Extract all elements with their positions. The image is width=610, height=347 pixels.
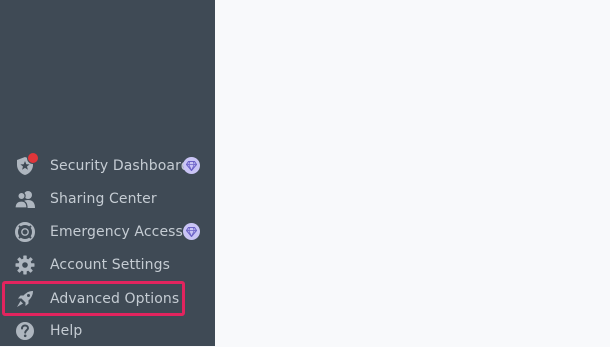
sidebar-item-sharing-center[interactable]: Sharing Center	[0, 182, 215, 215]
shield-icon	[14, 151, 39, 177]
notification-dot	[27, 151, 39, 164]
sidebar-item-security-dashboard[interactable]: Security Dashboard	[0, 149, 215, 182]
sidebar-item-label: Help	[50, 322, 83, 339]
main-content	[215, 0, 610, 346]
rocket-icon	[14, 288, 36, 310]
sidebar-item-label: Account Settings	[50, 256, 170, 273]
sidebar-item-label: Sharing Center	[50, 190, 157, 207]
sidebar-item-label: Advanced Options	[50, 290, 180, 307]
sidebar: Security Dashboard Sharing Center Emerge…	[0, 0, 215, 346]
sidebar-item-advanced-options[interactable]: Advanced Options	[0, 282, 215, 315]
sidebar-item-account-settings[interactable]: Account Settings	[0, 248, 215, 281]
sidebar-item-emergency-access[interactable]: Emergency Access	[0, 215, 215, 248]
premium-diamond-icon	[183, 157, 200, 174]
sidebar-item-label: Emergency Access	[50, 223, 183, 240]
lifebuoy-icon	[14, 221, 36, 243]
sidebar-item-help[interactable]: Help	[0, 314, 215, 347]
gear-icon	[14, 254, 36, 276]
sidebar-item-label: Security Dashboard	[50, 157, 190, 174]
premium-diamond-icon	[183, 223, 200, 240]
people-icon	[14, 188, 36, 210]
question-icon	[14, 320, 36, 342]
